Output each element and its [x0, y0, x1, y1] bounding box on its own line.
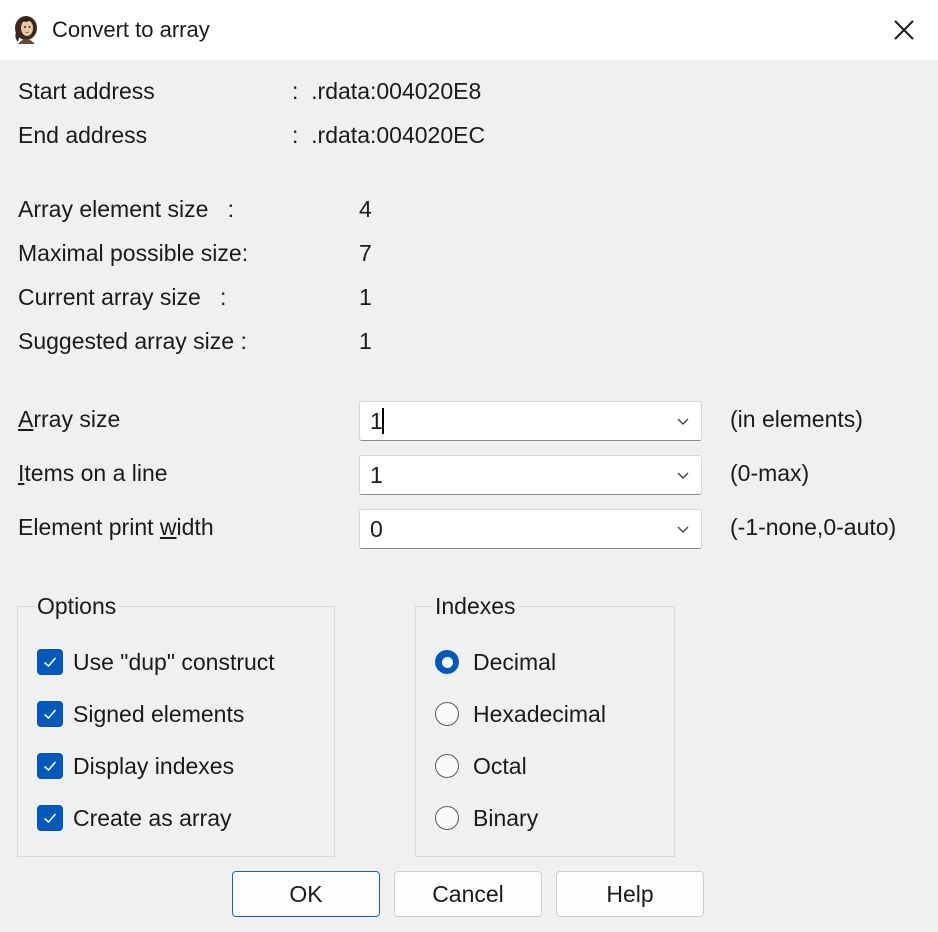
checkbox-checked-icon [37, 701, 63, 727]
convert-to-array-dialog: Convert to array Start address : .rdata:… [0, 0, 938, 932]
accelerator-key: w [159, 514, 177, 540]
start-address-label: Start address [18, 78, 155, 104]
items-per-line-input[interactable] [360, 456, 660, 494]
radio-label: Octal [473, 752, 527, 779]
close-button[interactable] [876, 6, 932, 54]
radio-label: Binary [473, 804, 539, 831]
items-per-line-label: Items on a line [18, 460, 168, 486]
ok-button[interactable]: OK [232, 871, 380, 917]
index-octal-radio[interactable]: Octal [435, 750, 527, 782]
current-size-value: 1 [359, 284, 372, 310]
chevron-down-icon[interactable] [665, 510, 701, 548]
window-title: Convert to array [52, 17, 210, 42]
start-address-value: : .rdata:004020E8 [292, 78, 482, 104]
option-display-indexes-checkbox[interactable]: Display indexes [37, 750, 234, 782]
array-size-combobox[interactable] [359, 401, 702, 441]
items-per-line-combobox[interactable] [359, 455, 702, 495]
radio-label: Decimal [473, 648, 557, 675]
max-size-value: 7 [359, 240, 372, 266]
radio-unselected-icon [435, 702, 459, 726]
radio-unselected-icon [435, 806, 459, 830]
chevron-down-icon[interactable] [665, 402, 701, 440]
current-size-label: Current array size : [18, 284, 227, 310]
element-size-label: Array element size : [18, 196, 235, 222]
option-use-dup-checkbox[interactable]: Use "dup" construct [37, 646, 275, 678]
cancel-button[interactable]: Cancel [394, 871, 542, 917]
index-decimal-radio[interactable]: Decimal [435, 646, 556, 678]
text-caret [382, 408, 384, 434]
array-size-hint: (in elements) [730, 406, 863, 432]
option-label: Use "dup" construct [73, 648, 275, 675]
options-group-title: Options [35, 593, 119, 620]
suggested-size-value: 1 [359, 328, 372, 354]
option-signed-elements-checkbox[interactable]: Signed elements [37, 698, 244, 730]
indexes-group-title: Indexes [433, 593, 518, 620]
checkbox-checked-icon [37, 805, 63, 831]
help-button[interactable]: Help [556, 871, 704, 917]
option-create-as-array-checkbox[interactable]: Create as array [37, 802, 232, 834]
print-width-input[interactable] [360, 510, 660, 548]
option-label: Signed elements [73, 700, 245, 727]
index-binary-radio[interactable]: Binary [435, 802, 538, 834]
print-width-label: Element print width [18, 514, 214, 540]
suggested-size-label: Suggested array size : [18, 328, 247, 354]
print-width-combobox[interactable] [359, 509, 702, 549]
radio-label: Hexadecimal [473, 700, 606, 727]
option-label: Display indexes [73, 752, 235, 779]
close-icon [894, 20, 914, 40]
print-width-hint: (-1-none,0-auto) [730, 514, 897, 540]
array-size-input[interactable] [360, 402, 660, 440]
woman-portrait-icon [10, 14, 42, 46]
max-size-label: Maximal possible size: [18, 240, 249, 266]
array-size-label: Array size [18, 406, 121, 432]
checkbox-checked-icon [37, 753, 63, 779]
title-bar: Convert to array [0, 0, 938, 60]
radio-selected-icon [435, 650, 459, 674]
option-label: Create as array [73, 804, 232, 831]
chevron-down-icon[interactable] [665, 456, 701, 494]
checkbox-checked-icon [37, 649, 63, 675]
end-address-label: End address [18, 122, 148, 148]
element-size-value: 4 [359, 196, 372, 222]
index-hexadecimal-radio[interactable]: Hexadecimal [435, 698, 606, 730]
items-per-line-hint: (0-max) [730, 460, 810, 486]
end-address-value: : .rdata:004020EC [292, 122, 486, 148]
radio-unselected-icon [435, 754, 459, 778]
accelerator-key: A [18, 406, 34, 432]
